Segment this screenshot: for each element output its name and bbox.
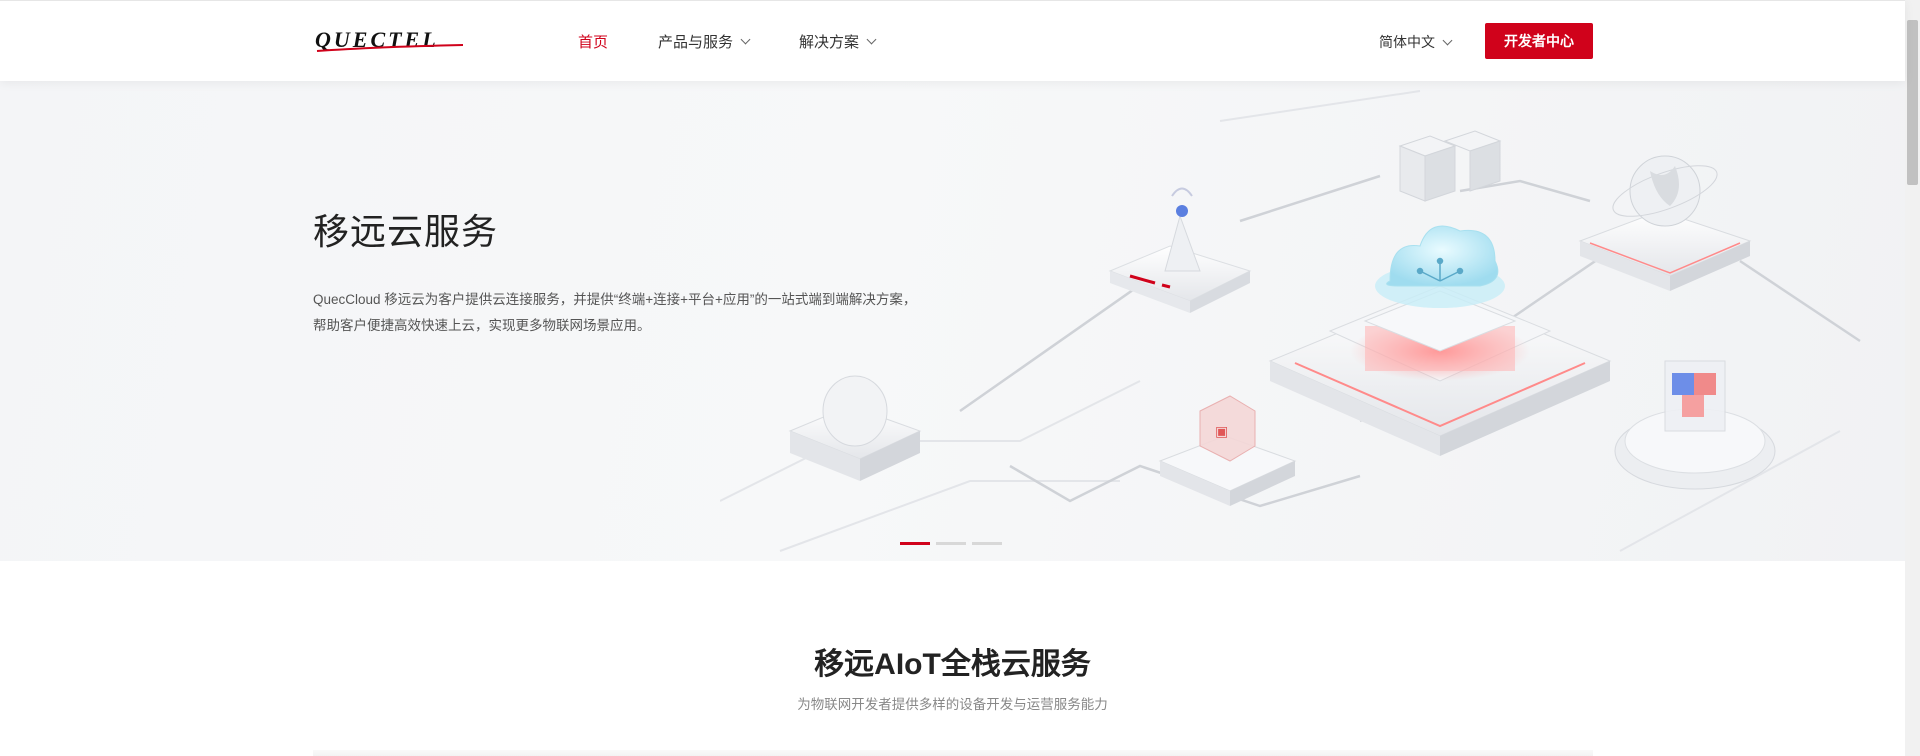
module-chip: ▣ xyxy=(1158,395,1297,506)
section-subtitle: 为物联网开发者提供多样的设备开发与运营服务能力 xyxy=(797,697,1108,712)
nav-item-products[interactable]: 产品与服务 xyxy=(658,31,751,52)
dome-sensor xyxy=(788,375,922,481)
section-title: 移远AIoT全栈云服务 xyxy=(814,648,1091,681)
antenna-tower xyxy=(1108,187,1252,313)
nav-label: 首页 xyxy=(578,34,609,51)
developer-center-button[interactable]: 开发者中心 xyxy=(1485,23,1593,59)
cube-platform xyxy=(1614,360,1776,490)
scrollbar-thumb[interactable] xyxy=(1907,20,1918,185)
nav-label: 解决方案 xyxy=(799,34,860,51)
nav-item-solutions[interactable]: 解决方案 xyxy=(799,31,877,52)
chevron-down-icon xyxy=(1442,35,1453,45)
carousel-indicators xyxy=(900,542,1008,545)
city-buildings xyxy=(1398,130,1502,202)
chevron-down-icon xyxy=(740,34,751,45)
carousel-dot[interactable] xyxy=(972,542,1002,545)
hero-title: 移远云服务 xyxy=(313,211,499,252)
site-header: QUECTEL 首页 产品与服务 解决方案 简体中文 开发者中心 xyxy=(0,0,1905,81)
hero-banner: 移远云服务 QuecCloud 移远云为客户提供云连接服务，并提供“终端+连接+… xyxy=(0,81,1905,561)
cloud-platform-illustration: ▣ xyxy=(720,90,1861,552)
language-label: 简体中文 xyxy=(1379,34,1435,50)
carousel-dot[interactable] xyxy=(936,542,966,545)
globe-platform xyxy=(1578,155,1752,291)
quectel-logo[interactable]: QUECTEL xyxy=(313,27,483,55)
section-divider xyxy=(313,750,1593,756)
chevron-down-icon xyxy=(866,34,877,45)
nav-label: 产品与服务 xyxy=(658,34,734,51)
language-selector[interactable]: 简体中文 xyxy=(1379,32,1453,52)
page-scrollbar[interactable] xyxy=(1905,0,1920,756)
nav-item-home[interactable]: 首页 xyxy=(578,31,608,52)
main-nav: 首页 产品与服务 解决方案 xyxy=(578,1,925,82)
svg-text:▣: ▣ xyxy=(1215,423,1228,439)
carousel-dot[interactable] xyxy=(900,542,930,545)
central-cloud-platform xyxy=(1268,225,1612,456)
